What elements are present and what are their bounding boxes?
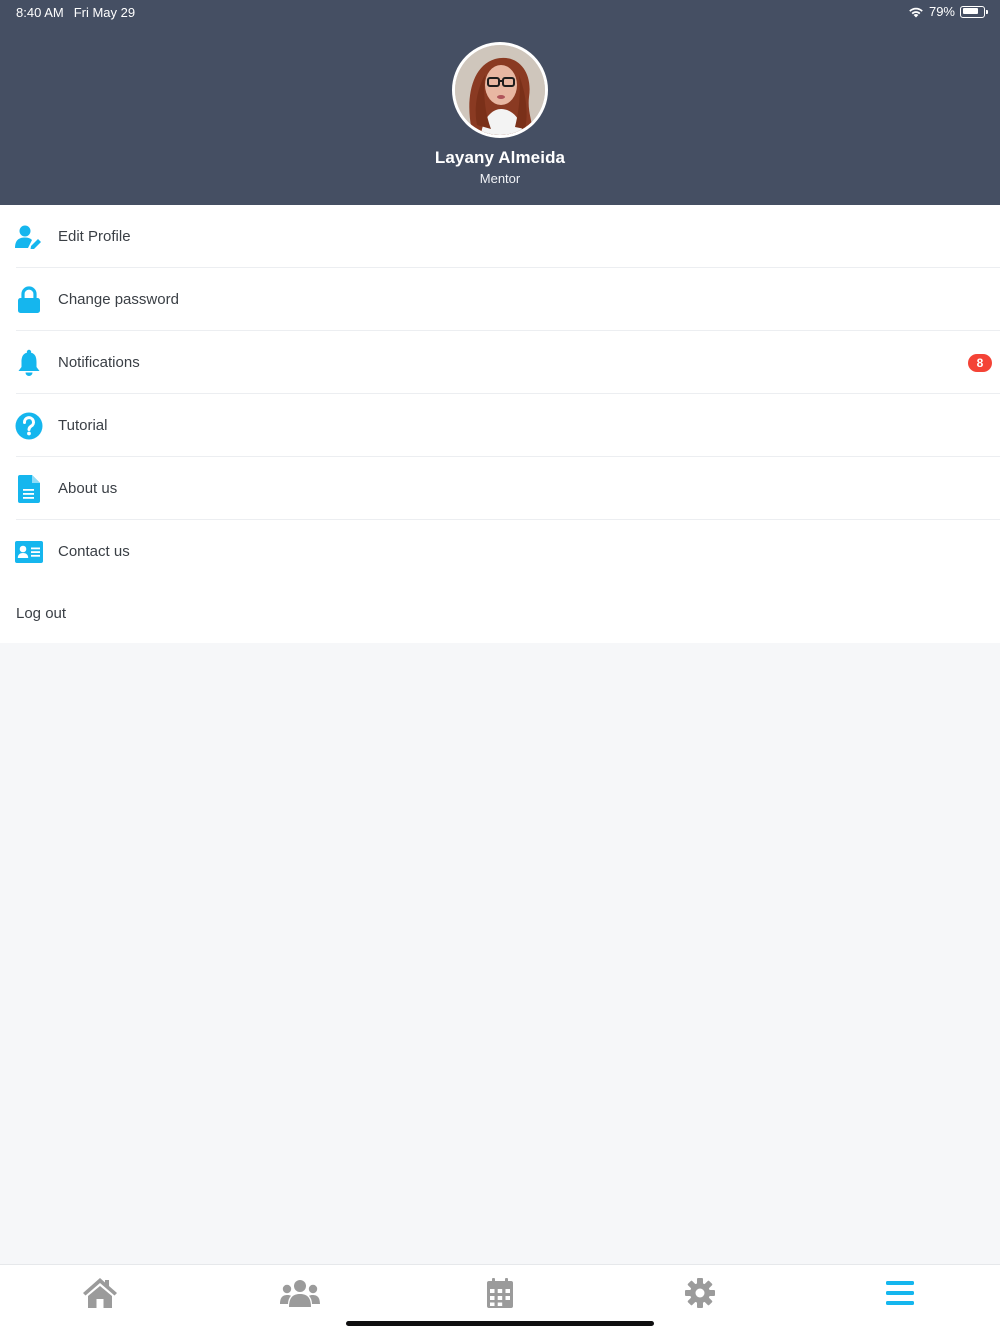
menu-item-about-us[interactable]: About us bbox=[0, 457, 1000, 520]
battery-icon bbox=[960, 5, 988, 18]
tab-calendar[interactable] bbox=[480, 1275, 520, 1311]
notification-badge: 8 bbox=[968, 353, 992, 372]
question-circle-icon bbox=[14, 411, 44, 441]
status-time: 8:40 AM bbox=[16, 5, 64, 20]
status-date: Fri May 29 bbox=[73, 5, 136, 20]
lock-icon bbox=[14, 285, 44, 315]
home-indicator bbox=[346, 1321, 654, 1326]
logout-button[interactable]: Log out bbox=[0, 583, 1000, 643]
settings-menu: Edit Profile Change password Notificatio… bbox=[0, 205, 1000, 643]
users-icon bbox=[280, 1280, 320, 1307]
profile-header: 8:40 AM Fri May 29 79% Layany Almeida Me… bbox=[0, 0, 1000, 205]
menu-item-edit-profile[interactable]: Edit Profile bbox=[0, 205, 1000, 268]
menu-item-label: About us bbox=[58, 480, 118, 497]
tab-settings[interactable] bbox=[680, 1275, 720, 1311]
avatar[interactable] bbox=[452, 42, 548, 138]
menu-item-change-password[interactable]: Change password bbox=[0, 268, 1000, 331]
battery-fill bbox=[962, 8, 978, 14]
menu-item-label: Change password bbox=[58, 291, 179, 308]
menu-item-label: Contact us bbox=[58, 543, 130, 560]
menu-item-contact-us[interactable]: Contact us bbox=[0, 520, 1000, 583]
tab-users[interactable] bbox=[280, 1275, 320, 1311]
avatar-photo bbox=[455, 45, 545, 135]
app: 8:40 AM Fri May 29 79% Layany Almeida Me… bbox=[0, 0, 1000, 1334]
tab-menu[interactable] bbox=[880, 1275, 920, 1311]
document-icon bbox=[14, 474, 44, 504]
calendar-icon bbox=[487, 1278, 513, 1308]
profile-name: Layany Almeida bbox=[434, 148, 566, 167]
user-edit-icon bbox=[14, 222, 44, 252]
wifi-icon bbox=[909, 7, 923, 17]
bell-icon bbox=[14, 348, 44, 378]
menu-item-notifications[interactable]: Notifications 8 bbox=[0, 331, 1000, 394]
menu-item-tutorial[interactable]: Tutorial bbox=[0, 394, 1000, 457]
gear-icon bbox=[685, 1278, 715, 1308]
home-icon bbox=[83, 1278, 117, 1308]
menu-item-label: Tutorial bbox=[58, 417, 108, 434]
battery-percent: 79% bbox=[928, 4, 955, 19]
contact-card-icon bbox=[14, 537, 44, 567]
status-bar: 8:40 AM Fri May 29 79% bbox=[0, 0, 1000, 24]
menu-icon bbox=[886, 1281, 914, 1305]
profile-role: Mentor bbox=[479, 171, 521, 186]
tab-home[interactable] bbox=[80, 1275, 120, 1311]
menu-item-label: Edit Profile bbox=[58, 228, 131, 245]
menu-item-label: Notifications bbox=[58, 354, 140, 371]
